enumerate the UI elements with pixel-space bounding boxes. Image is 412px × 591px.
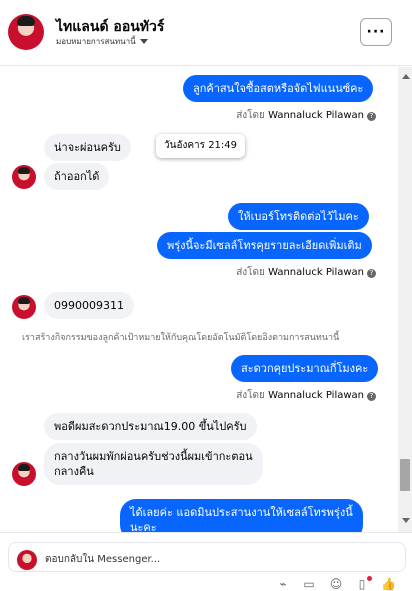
sent-by-prefix: ส่งโดย — [236, 267, 265, 278]
message-bubble-outgoing: สะดวกคุยประมาณกี่โมงคะ — [231, 355, 379, 382]
message-bubble-incoming: 0990009311 — [44, 292, 134, 319]
sender-name: Wannaluck Pilawan — [268, 267, 364, 278]
message-bubble-outgoing: ได้เลยค่ะ แอดมินประสานงานให้เซลล์โทรพรุ่… — [120, 499, 363, 532]
customer-avatar — [12, 462, 36, 486]
thread-scrollbar[interactable] — [398, 67, 412, 532]
message-line: กลางวันผมพักผ่อนครับช่วงนี้ผมเข้ากะตอน — [54, 450, 253, 463]
customer-avatar — [12, 295, 36, 319]
message-bubble-outgoing: พรุ่งนี้จะมีเซลล์โทรคุยรายละเอียดเพิ่มเต… — [157, 232, 372, 259]
chevron-down-icon — [139, 39, 148, 44]
message-bubble-outgoing: ลูกค้าสนใจซื้อสตหรือจัดไฟแนนซ์คะ — [183, 75, 374, 102]
info-icon[interactable]: ? — [367, 112, 376, 121]
customer-avatar — [12, 165, 36, 189]
message-line: ได้เลยค่ะ แอดมินประสานงานให้เซลล์โทรพรุ่… — [130, 506, 353, 519]
message-line: กลางคืน — [54, 465, 94, 478]
info-icon[interactable]: ? — [367, 392, 376, 401]
info-icon[interactable]: ? — [367, 269, 376, 278]
page-avatar[interactable] — [8, 14, 44, 50]
message-composer: ตอบกลับใน Messenger... ⌁ ▭ ☺ ▯ 👍 — [0, 532, 412, 591]
message-bubble-incoming: ถ้าออกได้ — [44, 163, 110, 190]
reply-placeholder: ตอบกลับใน Messenger... — [45, 554, 161, 565]
page-avatar-small — [17, 550, 37, 570]
reply-input[interactable]: ตอบกลับใน Messenger... — [8, 542, 406, 572]
scroll-down-arrow-icon[interactable] — [402, 518, 410, 523]
assign-conversation-dropdown[interactable]: มอบหมายการสนทนานี้ — [56, 35, 148, 48]
message-bubble-incoming: น่าจะผ่อนครับ — [44, 134, 131, 161]
sent-by-prefix: ส่งโดย — [236, 110, 265, 121]
timestamp-tooltip: วันอังคาร 21:49 — [156, 134, 246, 158]
message-line: นะคะ — [130, 521, 157, 532]
scroll-up-arrow-icon[interactable] — [402, 74, 410, 79]
more-options-button[interactable]: ··· — [360, 18, 392, 46]
lead-activity-notice: เราสร้างกิจกรรมของลูกค้าเป้าหมายให้กับคุ… — [22, 333, 340, 343]
message-bubble-incoming: กลางวันผมพักผ่อนครับช่วงนี้ผมเข้ากะตอน ก… — [44, 443, 263, 485]
notification-dot — [367, 576, 372, 581]
scroll-thumb[interactable] — [400, 459, 410, 491]
assign-conversation-label: มอบหมายการสนทนานี้ — [56, 37, 136, 46]
message-bubble-outgoing: ให้เบอร์โทรติดต่อไว้ไมคะ — [228, 203, 369, 230]
sent-by-label: ส่งโดย Wannaluck Pilawan? — [236, 388, 376, 403]
conversation-header: ไทแลนด์ ออนทัวร์ มอบหมายการสนทนานี้ ··· — [0, 0, 412, 66]
message-bubble-incoming: พอดีผมสะดวกประมาณ19.00 ขึ้นไปครับ — [44, 413, 257, 440]
sent-by-label: ส่งโดย Wannaluck Pilawan? — [236, 265, 376, 280]
sender-name: Wannaluck Pilawan — [268, 110, 364, 121]
sent-by-label: ส่งโดย Wannaluck Pilawan? — [236, 108, 376, 123]
sender-name: Wannaluck Pilawan — [268, 390, 364, 401]
sent-by-prefix: ส่งโดย — [236, 390, 265, 401]
